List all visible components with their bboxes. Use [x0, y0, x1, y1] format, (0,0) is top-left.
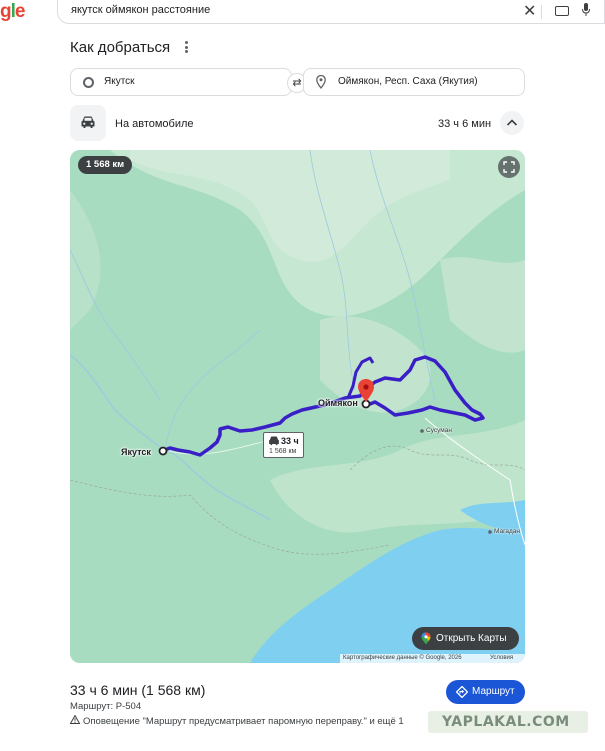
- travel-mode-button[interactable]: [70, 105, 106, 141]
- town-label-magadan: Магадан: [494, 528, 520, 535]
- terms-link[interactable]: Условия: [490, 654, 513, 663]
- warning-icon: [70, 715, 80, 724]
- directions-icon: [456, 686, 468, 698]
- destination-field[interactable]: Оймякон, Респ. Саха (Якутия): [303, 68, 525, 96]
- microphone-icon[interactable]: [582, 3, 590, 17]
- route-summary: 33 ч 6 мин (1 568 км): [70, 682, 206, 698]
- site-watermark: YAPLAKAL.COM: [428, 711, 588, 733]
- expand-icon: [503, 161, 515, 173]
- origin-field[interactable]: Якутск: [70, 68, 292, 96]
- route-warning-text: Оповещение "Маршрут предусматривает паро…: [83, 716, 404, 727]
- city-label-oymyakon: Оймякон: [318, 398, 358, 408]
- route-overlay: [158, 355, 492, 534]
- city-label-yakutsk: Якутск: [121, 447, 151, 457]
- logo-letter-g: g: [0, 1, 12, 22]
- chevron-up-icon: [506, 119, 518, 126]
- more-options-icon[interactable]: [183, 41, 189, 55]
- route-info-badge[interactable]: 33 ч 1 568 км: [263, 432, 304, 458]
- town-label-susuman: Сусуман: [426, 427, 452, 434]
- open-maps-button[interactable]: Открыть Карты: [412, 627, 519, 650]
- location-pin-icon[interactable]: [358, 379, 374, 402]
- open-maps-label: Открыть Карты: [436, 633, 507, 644]
- search-box[interactable]: якутск оймякон расстояние ✕: [57, 0, 605, 24]
- collapse-button[interactable]: [500, 111, 524, 135]
- maps-logo-icon: [421, 632, 431, 645]
- logo-letter-e: e: [14, 1, 26, 22]
- keyboard-icon[interactable]: [555, 6, 569, 16]
- search-divider: [541, 5, 542, 19]
- origin-marker[interactable]: [158, 446, 168, 456]
- badge-time: 33 ч: [281, 436, 299, 446]
- distance-chip: 1 568 км: [78, 156, 133, 174]
- route-map[interactable]: 1 568 км Якутск Оймякон Сусуман Магадан …: [70, 150, 525, 663]
- origin-text: Якутск: [104, 76, 135, 87]
- map-attribution: Картографические данные © Google, 2026 У…: [340, 654, 525, 663]
- destination-pin-icon: [316, 75, 326, 89]
- clear-icon[interactable]: ✕: [523, 1, 536, 21]
- car-icon: [269, 436, 279, 446]
- route-warning: Оповещение "Маршрут предусматривает паро…: [70, 715, 404, 727]
- attribution-text: Картографические данные © Google, 2026: [343, 655, 462, 661]
- travel-mode-label: На автомобиле: [115, 118, 194, 130]
- google-logo[interactable]: gle: [0, 1, 26, 23]
- travel-time: 33 ч 6 мин: [438, 118, 492, 130]
- page-title: Как добраться: [70, 39, 171, 56]
- destination-text: Оймякон, Респ. Саха (Якутия): [338, 76, 478, 87]
- search-query[interactable]: якутск оймякон расстояние: [71, 4, 210, 16]
- map-fullscreen-button[interactable]: [498, 156, 520, 178]
- directions-button[interactable]: Маршрут: [446, 680, 525, 704]
- badge-distance: 1 568 км: [269, 448, 297, 455]
- route-road: Маршрут: P-504: [70, 701, 142, 712]
- top-bar: gle якутск оймякон расстояние ✕: [0, 0, 605, 25]
- car-icon: [81, 116, 95, 128]
- origin-circle-icon: [83, 77, 94, 88]
- directions-button-label: Маршрут: [472, 686, 515, 697]
